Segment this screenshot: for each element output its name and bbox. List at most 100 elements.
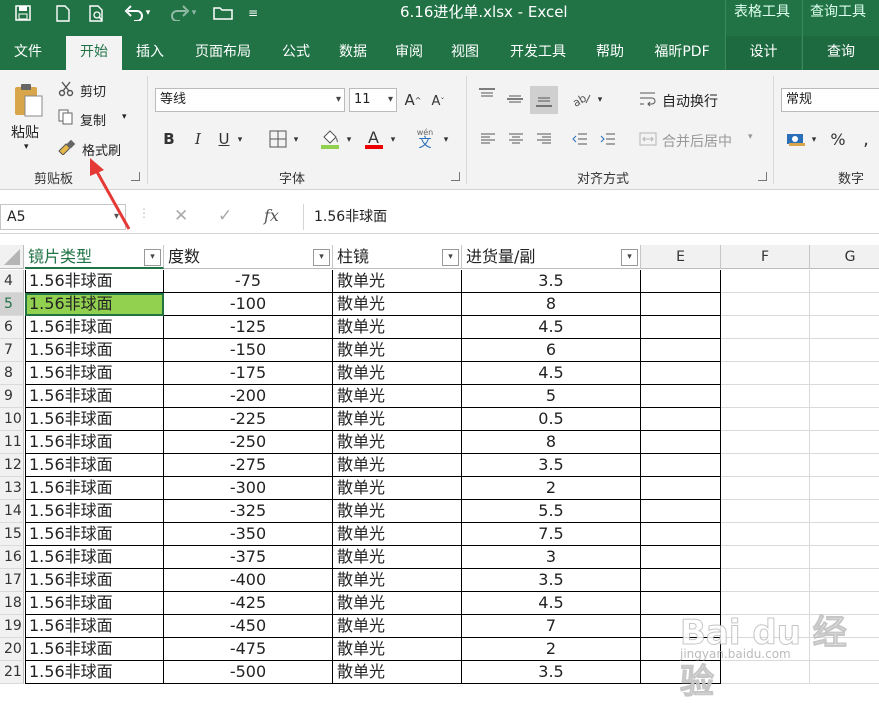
merge-center-button[interactable]: 合并后居中 — [662, 131, 732, 151]
row-number[interactable]: 9 — [0, 385, 24, 408]
cell-lens-type[interactable]: 1.56非球面 — [25, 477, 164, 500]
tab-review[interactable]: 审阅 — [384, 36, 434, 70]
borders-icon[interactable] — [266, 128, 290, 150]
cell-diopter[interactable]: -100 — [164, 293, 333, 316]
filter-dropdown-icon[interactable]: ▾ — [313, 249, 330, 266]
cell-cylinder[interactable]: 散单光 — [333, 661, 462, 684]
insert-function-icon[interactable]: fx — [264, 206, 279, 225]
row-number[interactable]: 7 — [0, 339, 24, 362]
cell-g[interactable] — [810, 293, 879, 316]
cell-diopter[interactable]: -500 — [164, 661, 333, 684]
cell-diopter[interactable]: -350 — [164, 523, 333, 546]
cell-e[interactable] — [641, 408, 721, 431]
cell-lens-type[interactable]: 1.56非球面 — [25, 293, 164, 316]
currency-icon[interactable] — [784, 128, 808, 150]
row-number[interactable]: 13 — [0, 477, 24, 500]
copy-icon[interactable] — [57, 108, 75, 126]
cell-stock[interactable]: 4.5 — [462, 592, 641, 615]
cell-stock[interactable]: 2 — [462, 477, 641, 500]
cell-stock[interactable]: 4.5 — [462, 362, 641, 385]
font-launcher-icon[interactable] — [451, 172, 460, 181]
orientation-icon[interactable]: ab — [570, 88, 594, 110]
currency-dropdown[interactable]: ▾ — [808, 130, 820, 150]
font-size-combo[interactable]: 11 ▾ — [349, 88, 397, 112]
underline-button[interactable]: U — [214, 128, 234, 150]
name-box[interactable]: A5 ▾ — [0, 204, 126, 230]
format-painter-button[interactable]: 格式刷 — [82, 140, 121, 159]
column-header-f[interactable]: F — [721, 245, 810, 269]
align-right-icon[interactable] — [534, 128, 554, 150]
phonetic-icon[interactable]: wén 文 — [412, 126, 438, 152]
cell-f[interactable] — [721, 385, 810, 408]
decrease-indent-icon[interactable] — [570, 128, 590, 150]
cell-cylinder[interactable]: 散单光 — [333, 615, 462, 638]
cell-diopter[interactable]: -375 — [164, 546, 333, 569]
cell-stock[interactable]: 7 — [462, 615, 641, 638]
align-top-icon[interactable] — [476, 84, 498, 106]
bold-button[interactable]: B — [159, 128, 179, 150]
cell-stock[interactable]: 5.5 — [462, 500, 641, 523]
orientation-dropdown[interactable]: ▾ — [594, 90, 606, 110]
row-number[interactable]: 17 — [0, 569, 24, 592]
align-middle-icon[interactable] — [504, 88, 526, 110]
tab-foxit-pdf[interactable]: 福昕PDF — [642, 36, 722, 70]
row-number[interactable]: 15 — [0, 523, 24, 546]
font-color-dropdown[interactable]: ▾ — [387, 130, 399, 150]
open-folder-icon[interactable] — [207, 0, 239, 26]
fill-color-dropdown[interactable]: ▾ — [343, 130, 355, 150]
row-number[interactable]: 21 — [0, 661, 24, 684]
cell-lens-type[interactable]: 1.56非球面 — [25, 385, 164, 408]
cell-g[interactable] — [810, 339, 879, 362]
cell-g[interactable] — [810, 477, 879, 500]
cell-cylinder[interactable]: 散单光 — [333, 385, 462, 408]
cell-f[interactable] — [721, 477, 810, 500]
cell-lens-type[interactable]: 1.56非球面 — [25, 523, 164, 546]
tab-query[interactable]: 查询 — [803, 36, 879, 70]
cell-diopter[interactable]: -425 — [164, 592, 333, 615]
cell-stock[interactable]: 8 — [462, 431, 641, 454]
cell-cylinder[interactable]: 散单光 — [333, 270, 462, 293]
cell-g[interactable] — [810, 270, 879, 293]
save-icon[interactable] — [10, 0, 36, 26]
cell-f[interactable] — [721, 569, 810, 592]
cell-e[interactable] — [641, 385, 721, 408]
cell-f[interactable] — [721, 500, 810, 523]
cell-f[interactable] — [721, 408, 810, 431]
cell-lens-type[interactable]: 1.56非球面 — [25, 615, 164, 638]
column-header-g[interactable]: G — [810, 245, 879, 269]
cell-lens-type[interactable]: 1.56非球面 — [25, 408, 164, 431]
filter-dropdown-icon[interactable]: ▾ — [144, 249, 161, 266]
cell-g[interactable] — [810, 569, 879, 592]
copy-button[interactable]: 复制 — [80, 110, 106, 129]
scissors-icon[interactable] — [57, 80, 75, 98]
cell-cylinder[interactable]: 散单光 — [333, 638, 462, 661]
cell-stock[interactable]: 3.5 — [462, 661, 641, 684]
underline-dropdown[interactable]: ▾ — [234, 130, 246, 150]
tab-page-layout[interactable]: 页面布局 — [184, 36, 262, 70]
font-name-combo[interactable]: 等线 ▾ — [155, 88, 345, 112]
cell-f[interactable] — [721, 362, 810, 385]
filter-dropdown-icon[interactable]: ▾ — [442, 249, 459, 266]
cell-stock[interactable]: 5 — [462, 385, 641, 408]
cell-lens-type[interactable]: 1.56非球面 — [25, 454, 164, 477]
cell-diopter[interactable]: -200 — [164, 385, 333, 408]
cut-button[interactable]: 剪切 — [80, 81, 106, 100]
cell-stock[interactable]: 6 — [462, 339, 641, 362]
cell-diopter[interactable]: -275 — [164, 454, 333, 477]
cell-e[interactable] — [641, 546, 721, 569]
filter-dropdown-icon[interactable]: ▾ — [621, 249, 638, 266]
paste-dropdown[interactable]: ▾ — [24, 142, 29, 152]
merge-center-dropdown[interactable]: ▾ — [748, 132, 753, 142]
header-cylinder[interactable]: 柱镜 ▾ — [333, 245, 462, 269]
row-number[interactable]: 12 — [0, 454, 24, 477]
cell-g[interactable] — [810, 431, 879, 454]
cell-stock[interactable]: 2 — [462, 638, 641, 661]
clipboard-launcher-icon[interactable] — [131, 172, 140, 181]
cell-lens-type[interactable]: 1.56非球面 — [25, 592, 164, 615]
cell-cylinder[interactable]: 散单光 — [333, 408, 462, 431]
number-format-combo[interactable]: 常规 — [781, 88, 879, 112]
header-lens-type[interactable]: 镜片类型 ▾ — [25, 245, 164, 269]
cell-lens-type[interactable]: 1.56非球面 — [25, 661, 164, 684]
align-center-icon[interactable] — [506, 128, 526, 150]
decrease-font-icon[interactable]: Aˇ — [428, 91, 448, 111]
